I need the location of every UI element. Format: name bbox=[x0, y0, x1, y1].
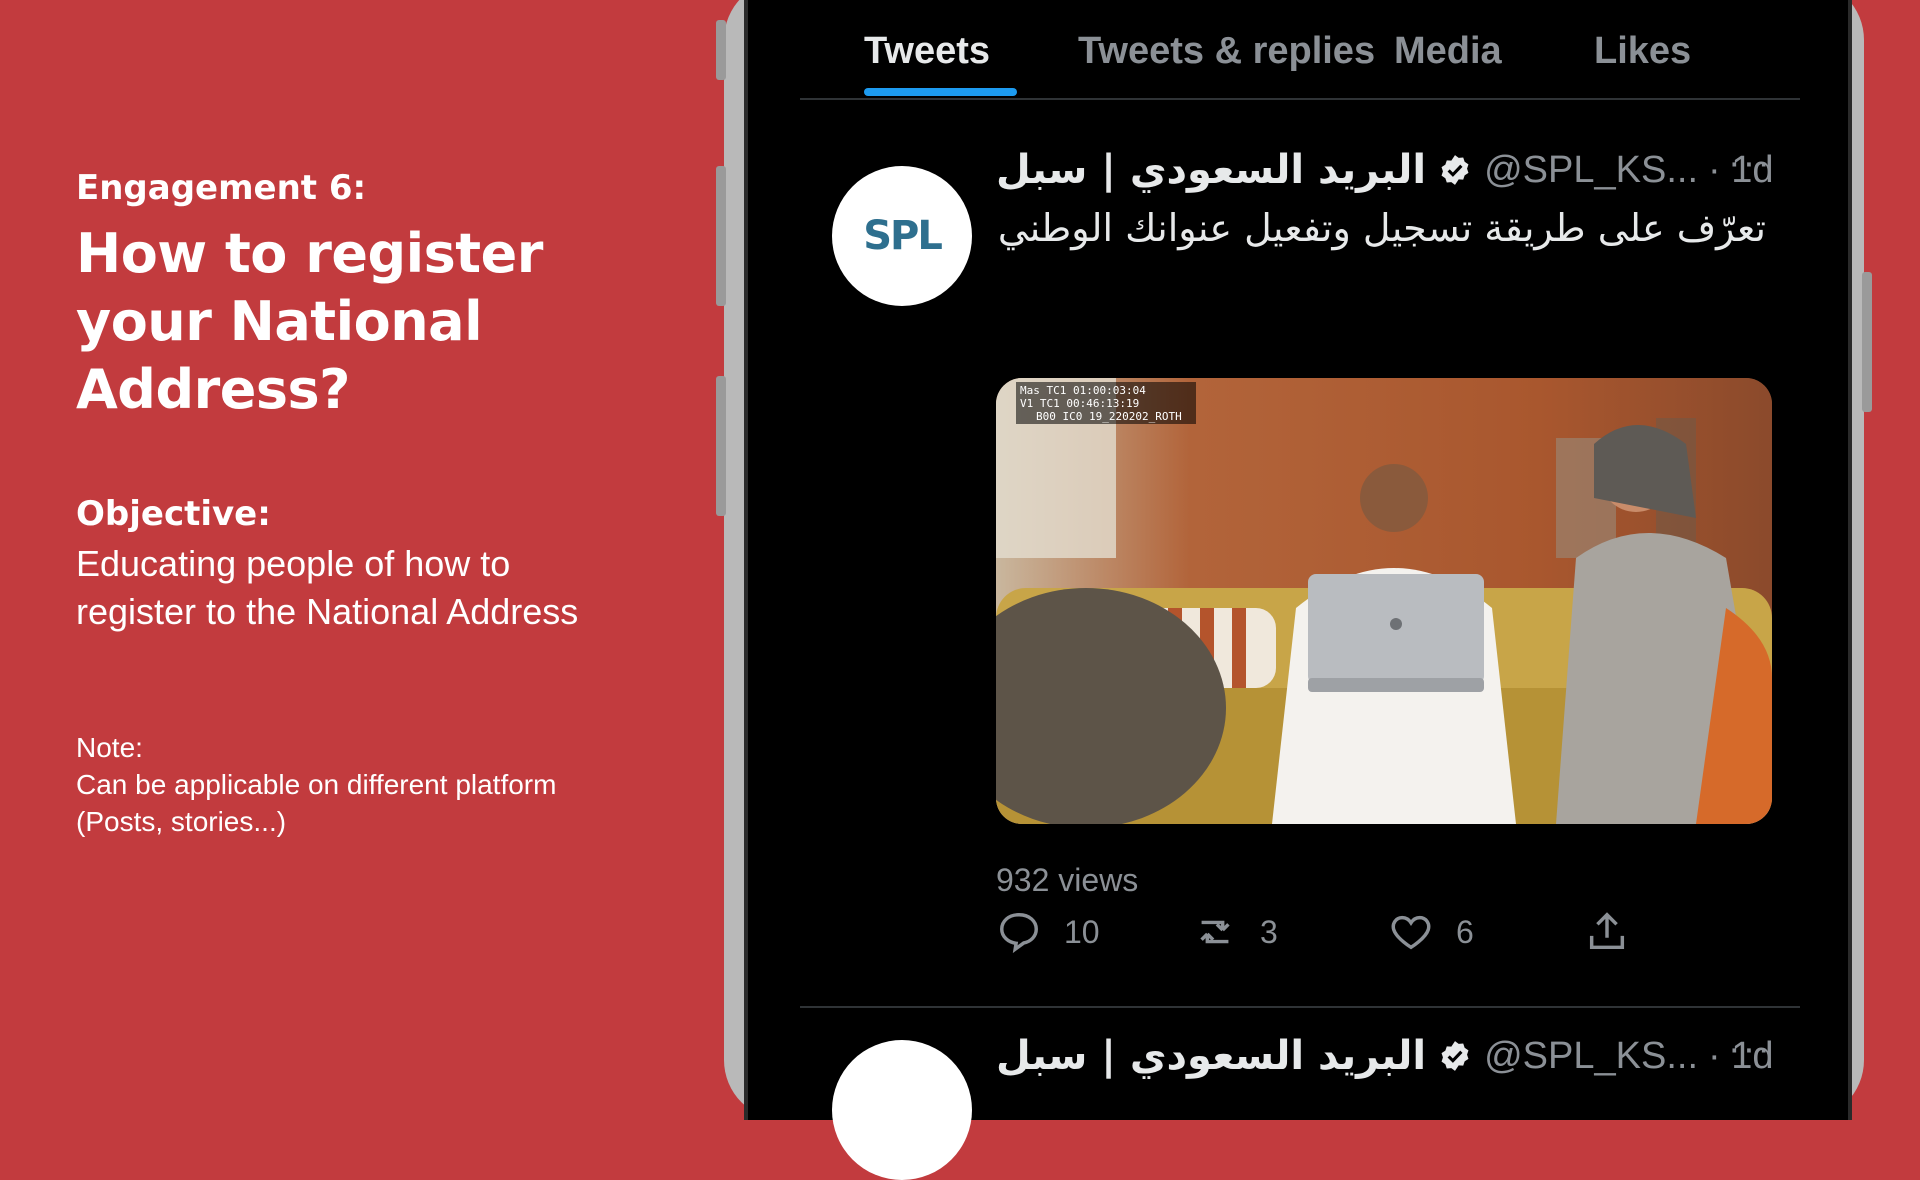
note-text: Can be applicable on different platform … bbox=[76, 769, 557, 837]
reply-button[interactable]: 10 bbox=[996, 902, 1100, 962]
verified-badge-icon bbox=[1441, 1041, 1469, 1071]
reply-count: 10 bbox=[1064, 913, 1100, 950]
tweet[interactable]: SPL البريد السعودي | سبل @SPL_KS... · 1d… bbox=[800, 140, 1800, 1000]
spl-logo: SPL bbox=[863, 213, 943, 259]
tab-tweets[interactable]: Tweets bbox=[864, 30, 990, 73]
tweet-header: البريد السعودي | سبل @SPL_KS... · 1d bbox=[996, 140, 1776, 200]
objective-label: Objective: bbox=[76, 494, 271, 534]
more-options-icon[interactable]: ··· bbox=[1728, 142, 1772, 185]
like-count: 6 bbox=[1456, 913, 1474, 950]
verified-badge-icon bbox=[1441, 155, 1469, 185]
avatar[interactable]: SPL bbox=[832, 166, 972, 306]
note-label: Note: bbox=[76, 732, 143, 763]
handle[interactable]: @SPL_KS... bbox=[1484, 149, 1698, 192]
phone-frame: Tweets Tweets & replies Media Likes SPL … bbox=[716, 0, 1872, 1180]
phone-side-button bbox=[716, 376, 726, 516]
tweet-text: تعرّف على طريقة تسجيل وتفعيل عنوانك الوط… bbox=[997, 206, 1766, 250]
share-button[interactable] bbox=[1584, 902, 1652, 962]
active-tab-indicator bbox=[864, 88, 1017, 96]
profile-tabs: Tweets Tweets & replies Media Likes bbox=[800, 0, 1800, 100]
tweet-video[interactable]: Mas TC1 01:00:03:04 V1 TC1 00:46:13:19 B… bbox=[996, 378, 1772, 824]
slide-text-panel: Engagement 6: How to register your Natio… bbox=[0, 0, 724, 1080]
reply-icon bbox=[1000, 913, 1038, 954]
display-name[interactable]: البريد السعودي | سبل bbox=[996, 147, 1426, 193]
tweet[interactable]: البريد السعودي | سبل @SPL_KS... · 1d ··· bbox=[800, 1010, 1800, 1180]
heart-icon bbox=[1391, 915, 1431, 950]
tab-tweets-and-replies[interactable]: Tweets & replies bbox=[1078, 30, 1375, 73]
timecode-line: V1 TC1 00:46:13:19 bbox=[1020, 397, 1139, 410]
avatar[interactable] bbox=[832, 1040, 972, 1180]
display-name[interactable]: البريد السعودي | سبل bbox=[996, 1033, 1426, 1079]
engagement-label: Engagement 6: bbox=[76, 168, 367, 208]
twitter-profile-view: Tweets Tweets & replies Media Likes SPL … bbox=[778, 0, 1818, 1180]
objective-text: Educating people of how to register to t… bbox=[76, 543, 579, 632]
tweet-divider bbox=[800, 1006, 1800, 1008]
tweet-header: البريد السعودي | سبل @SPL_KS... · 1d bbox=[996, 1026, 1776, 1086]
timecode-line: Mas TC1 01:00:03:04 bbox=[1020, 384, 1146, 397]
phone-screen: Tweets Tweets & replies Media Likes SPL … bbox=[744, 0, 1852, 1180]
tab-media[interactable]: Media bbox=[1394, 30, 1502, 73]
phone-side-button bbox=[716, 20, 726, 80]
share-icon bbox=[1589, 912, 1625, 950]
phone-side-button bbox=[1862, 272, 1872, 412]
slide-headline: How to register your National Address? bbox=[76, 222, 543, 421]
tab-likes[interactable]: Likes bbox=[1594, 30, 1691, 73]
retweet-count: 3 bbox=[1260, 913, 1278, 950]
tweet-actions: 10 3 6 bbox=[996, 902, 1776, 962]
phone-side-button bbox=[716, 166, 726, 306]
view-count: 932 views bbox=[996, 862, 1139, 898]
video-frame-image: Mas TC1 01:00:03:04 V1 TC1 00:46:13:19 B… bbox=[996, 378, 1772, 824]
more-options-icon[interactable]: ··· bbox=[1728, 1028, 1772, 1071]
retweet-button[interactable]: 3 bbox=[1192, 902, 1278, 962]
retweet-icon bbox=[1200, 920, 1230, 944]
handle[interactable]: @SPL_KS... bbox=[1484, 1035, 1698, 1078]
like-button[interactable]: 6 bbox=[1388, 902, 1474, 962]
timecode-line: B00 IC0 19_220202_ROTH bbox=[1036, 410, 1182, 423]
